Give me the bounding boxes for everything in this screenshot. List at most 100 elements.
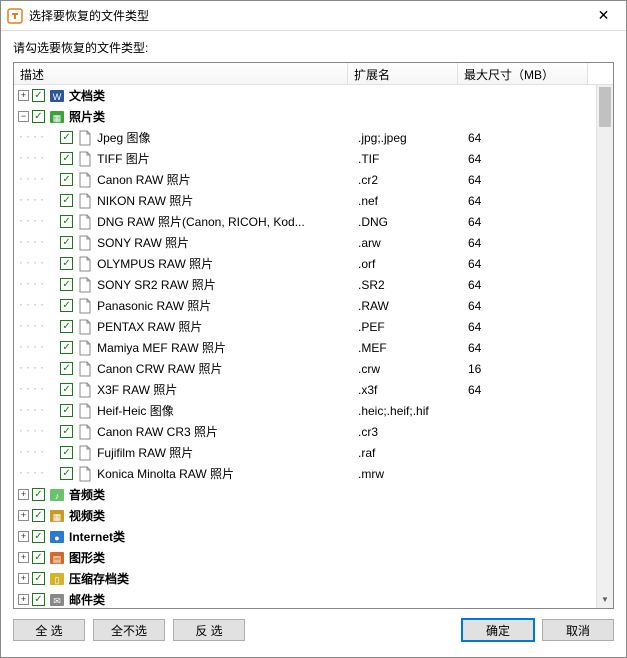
category-label: 文档类 [69, 87, 105, 104]
file-type-row[interactable]: ✓PENTAX RAW 照片.PEF64 [14, 316, 596, 337]
item-checkbox[interactable]: ✓ [60, 404, 73, 417]
item-checkbox[interactable]: ✓ [60, 173, 73, 186]
file-type-row[interactable]: ✓Canon RAW 照片.cr264 [14, 169, 596, 190]
file-type-row[interactable]: ✓NIKON RAW 照片.nef64 [14, 190, 596, 211]
app-icon [7, 8, 23, 24]
item-checkbox[interactable]: ✓ [60, 131, 73, 144]
category-checkbox[interactable]: ✓ [32, 593, 45, 606]
tree-line [18, 447, 46, 458]
category-checkbox[interactable]: ✓ [32, 110, 45, 123]
file-type-row[interactable]: ✓Heif-Heic 图像.heic;.heif;.hif [14, 400, 596, 421]
file-type-row[interactable]: ✓Mamiya MEF RAW 照片.MEF64 [14, 337, 596, 358]
category-row-archives[interactable]: +✓▯压缩存档类 [14, 568, 596, 589]
expand-toggle[interactable]: − [18, 111, 29, 122]
item-label: Jpeg 图像 [97, 129, 150, 146]
toggle-placeholder [46, 279, 57, 290]
item-size: 64 [462, 299, 592, 313]
select-all-button[interactable]: 全 选 [13, 619, 85, 641]
window-title: 选择要恢复的文件类型 [29, 7, 581, 24]
item-size: 64 [462, 152, 592, 166]
svg-text:▯: ▯ [55, 575, 60, 585]
file-icon [77, 382, 93, 398]
item-ext: .mrw [352, 467, 462, 481]
file-type-row[interactable]: ✓X3F RAW 照片.x3f64 [14, 379, 596, 400]
file-type-row[interactable]: ✓DNG RAW 照片(Canon, RICOH, Kod....DNG64 [14, 211, 596, 232]
expand-toggle[interactable]: + [18, 531, 29, 542]
file-icon [77, 403, 93, 419]
expand-toggle[interactable]: + [18, 90, 29, 101]
column-header-ext[interactable]: 扩展名 [348, 63, 458, 84]
category-row-audio[interactable]: +✓♪音频类 [14, 484, 596, 505]
category-checkbox[interactable]: ✓ [32, 488, 45, 501]
file-type-row[interactable]: ✓Canon RAW CR3 照片.cr3 [14, 421, 596, 442]
expand-toggle[interactable]: + [18, 573, 29, 584]
vertical-scrollbar[interactable]: ▲ ▼ [596, 85, 613, 608]
file-type-row[interactable]: ✓Canon CRW RAW 照片.crw16 [14, 358, 596, 379]
select-none-button[interactable]: 全不选 [93, 619, 165, 641]
category-checkbox[interactable]: ✓ [32, 509, 45, 522]
expand-toggle[interactable]: + [18, 510, 29, 521]
file-icon [77, 466, 93, 482]
toggle-placeholder [46, 258, 57, 269]
scroll-down-arrow[interactable]: ▼ [597, 591, 613, 608]
item-checkbox[interactable]: ✓ [60, 215, 73, 228]
file-type-row[interactable]: ✓Jpeg 图像.jpg;.jpeg64 [14, 127, 596, 148]
item-ext: .SR2 [352, 278, 462, 292]
category-row-graphics[interactable]: +✓▤图形类 [14, 547, 596, 568]
expand-toggle[interactable]: + [18, 594, 29, 605]
file-type-row[interactable]: ✓SONY RAW 照片.arw64 [14, 232, 596, 253]
category-label: Internet类 [69, 528, 125, 545]
category-icon: ♪ [49, 487, 65, 503]
file-icon [77, 214, 93, 230]
file-type-row[interactable]: ✓TIFF 图片.TIF64 [14, 148, 596, 169]
file-type-row[interactable]: ✓Konica Minolta RAW 照片.mrw [14, 463, 596, 484]
ok-button[interactable]: 确定 [462, 619, 534, 641]
svg-text:▤: ▤ [53, 554, 62, 564]
item-checkbox[interactable]: ✓ [60, 299, 73, 312]
file-icon [77, 445, 93, 461]
category-row-video[interactable]: +✓▦视频类 [14, 505, 596, 526]
category-row-documents[interactable]: +✓W文档类 [14, 85, 596, 106]
item-ext: .cr2 [352, 173, 462, 187]
file-icon [77, 277, 93, 293]
file-type-row[interactable]: ✓OLYMPUS RAW 照片.orf64 [14, 253, 596, 274]
item-ext: .crw [352, 362, 462, 376]
item-checkbox[interactable]: ✓ [60, 320, 73, 333]
column-header-size[interactable]: 最大尺寸（MB） [458, 63, 588, 84]
close-button[interactable]: ✕ [581, 1, 626, 31]
item-checkbox[interactable]: ✓ [60, 446, 73, 459]
tree-line [18, 426, 46, 437]
item-checkbox[interactable]: ✓ [60, 257, 73, 270]
item-checkbox[interactable]: ✓ [60, 383, 73, 396]
item-checkbox[interactable]: ✓ [60, 152, 73, 165]
expand-toggle[interactable]: + [18, 552, 29, 563]
expand-toggle[interactable]: + [18, 489, 29, 500]
category-checkbox[interactable]: ✓ [32, 572, 45, 585]
file-type-row[interactable]: ✓Fujifilm RAW 照片.raf [14, 442, 596, 463]
item-checkbox[interactable]: ✓ [60, 341, 73, 354]
item-checkbox[interactable]: ✓ [60, 278, 73, 291]
tree-line [18, 384, 46, 395]
item-checkbox[interactable]: ✓ [60, 194, 73, 207]
category-row-internet[interactable]: +✓●Internet类 [14, 526, 596, 547]
file-type-row[interactable]: ✓SONY SR2 RAW 照片.SR264 [14, 274, 596, 295]
category-checkbox[interactable]: ✓ [32, 551, 45, 564]
item-checkbox[interactable]: ✓ [60, 362, 73, 375]
category-checkbox[interactable]: ✓ [32, 530, 45, 543]
cancel-button[interactable]: 取消 [542, 619, 614, 641]
item-checkbox[interactable]: ✓ [60, 467, 73, 480]
file-icon [77, 319, 93, 335]
file-icon [77, 172, 93, 188]
item-size: 64 [462, 257, 592, 271]
column-header-desc[interactable]: 描述 [14, 63, 348, 84]
item-label: OLYMPUS RAW 照片 [97, 255, 213, 272]
item-checkbox[interactable]: ✓ [60, 425, 73, 438]
invert-button[interactable]: 反 选 [173, 619, 245, 641]
file-type-row[interactable]: ✓Panasonic RAW 照片.RAW64 [14, 295, 596, 316]
item-size: 16 [462, 362, 592, 376]
scroll-thumb[interactable] [599, 87, 611, 127]
category-row-email[interactable]: +✓✉邮件类 [14, 589, 596, 608]
category-checkbox[interactable]: ✓ [32, 89, 45, 102]
category-row-photos[interactable]: −✓▦照片类 [14, 106, 596, 127]
item-checkbox[interactable]: ✓ [60, 236, 73, 249]
